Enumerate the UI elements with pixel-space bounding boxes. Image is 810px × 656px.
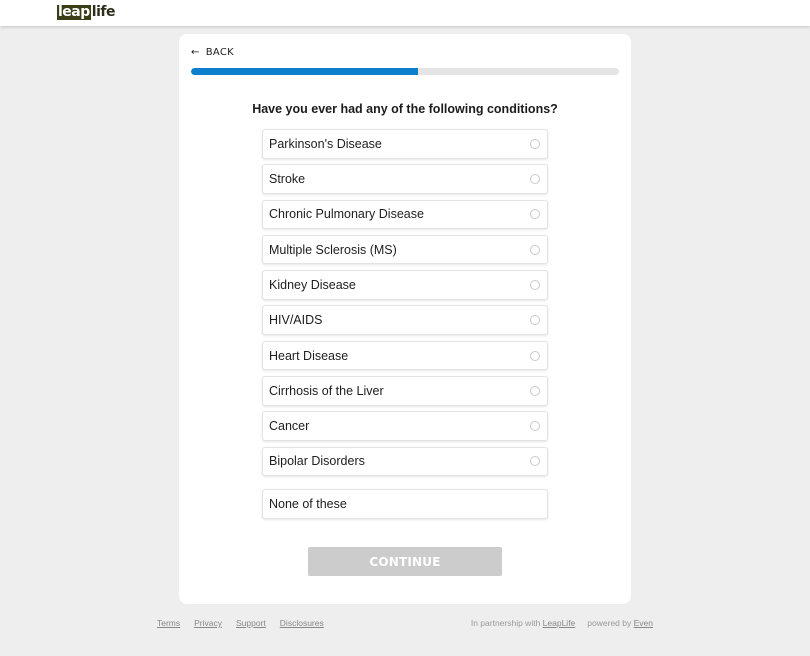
logo-life: life: [91, 4, 116, 20]
option-label: Parkinson's Disease: [269, 136, 382, 151]
progress-bar-fill: [191, 68, 418, 75]
option-cirrhosis[interactable]: Cirrhosis of the Liver: [262, 376, 548, 406]
powered-by-text: powered by: [587, 618, 632, 628]
option-label: Multiple Sclerosis (MS): [269, 242, 397, 257]
progress-bar: [191, 68, 619, 75]
radio-icon[interactable]: [530, 209, 540, 220]
option-label: Bipolar Disorders: [269, 454, 365, 469]
leaplife-logo[interactable]: leap life: [57, 4, 115, 21]
option-kidney-disease[interactable]: Kidney Disease: [262, 270, 548, 300]
radio-icon[interactable]: [530, 138, 540, 149]
option-label: Chronic Pulmonary Disease: [269, 207, 424, 222]
option-label: HIV/AIDS: [269, 313, 323, 328]
back-button[interactable]: ← BACK: [191, 47, 234, 58]
option-label: Cancer: [269, 419, 310, 434]
question-title: Have you ever had any of the following c…: [252, 102, 558, 116]
option-heart-disease[interactable]: Heart Disease: [262, 340, 548, 371]
partnership-text: In partnership with: [470, 618, 541, 628]
question-card: ← BACK Have you ever had any of the foll…: [179, 34, 631, 604]
option-bipolar[interactable]: Bipolar Disorders: [262, 446, 548, 477]
arrow-left-icon: ←: [191, 47, 200, 58]
option-cancer[interactable]: Cancer: [262, 411, 548, 441]
option-stroke[interactable]: Stroke: [262, 164, 548, 194]
leaplife-link[interactable]: LeapLife: [543, 618, 576, 628]
footer-partnership: In partnership with LeapLife powered by …: [471, 618, 653, 628]
option-label: Kidney Disease: [269, 277, 356, 292]
radio-icon[interactable]: [530, 456, 540, 467]
back-label: BACK: [205, 47, 234, 58]
option-hiv-aids[interactable]: HIV/AIDS: [262, 305, 548, 335]
radio-icon[interactable]: [530, 279, 540, 290]
option-label: Cirrhosis of the Liver: [269, 383, 384, 398]
footer-link-terms[interactable]: Terms: [157, 618, 180, 628]
option-parkinsons[interactable]: Parkinson's Disease: [262, 129, 548, 159]
radio-icon[interactable]: [530, 174, 540, 185]
top-header: leap life: [0, 0, 810, 26]
option-multiple-sclerosis[interactable]: Multiple Sclerosis (MS): [262, 234, 548, 265]
logo-leap: leap: [57, 4, 91, 20]
option-label: None of these: [269, 496, 347, 511]
radio-icon[interactable]: [530, 421, 540, 432]
option-label: Heart Disease: [269, 348, 349, 363]
option-none-of-these[interactable]: None of these: [262, 489, 548, 519]
footer-links: Terms Privacy Support Disclosures: [157, 618, 338, 628]
radio-icon[interactable]: [530, 244, 540, 255]
radio-icon[interactable]: [530, 315, 540, 326]
option-chronic-pulmonary[interactable]: Chronic Pulmonary Disease: [262, 199, 548, 230]
radio-icon[interactable]: [530, 385, 540, 396]
continue-button[interactable]: CONTINUE: [308, 547, 502, 576]
option-label: Stroke: [269, 172, 306, 187]
footer-link-privacy[interactable]: Privacy: [194, 618, 222, 628]
footer-link-support[interactable]: Support: [236, 618, 266, 628]
options-list: Parkinson's Disease Stroke Chronic Pulmo…: [262, 129, 548, 524]
radio-icon[interactable]: [530, 350, 540, 361]
footer-link-disclosures[interactable]: Disclosures: [280, 618, 324, 628]
even-link[interactable]: Even: [634, 618, 653, 628]
